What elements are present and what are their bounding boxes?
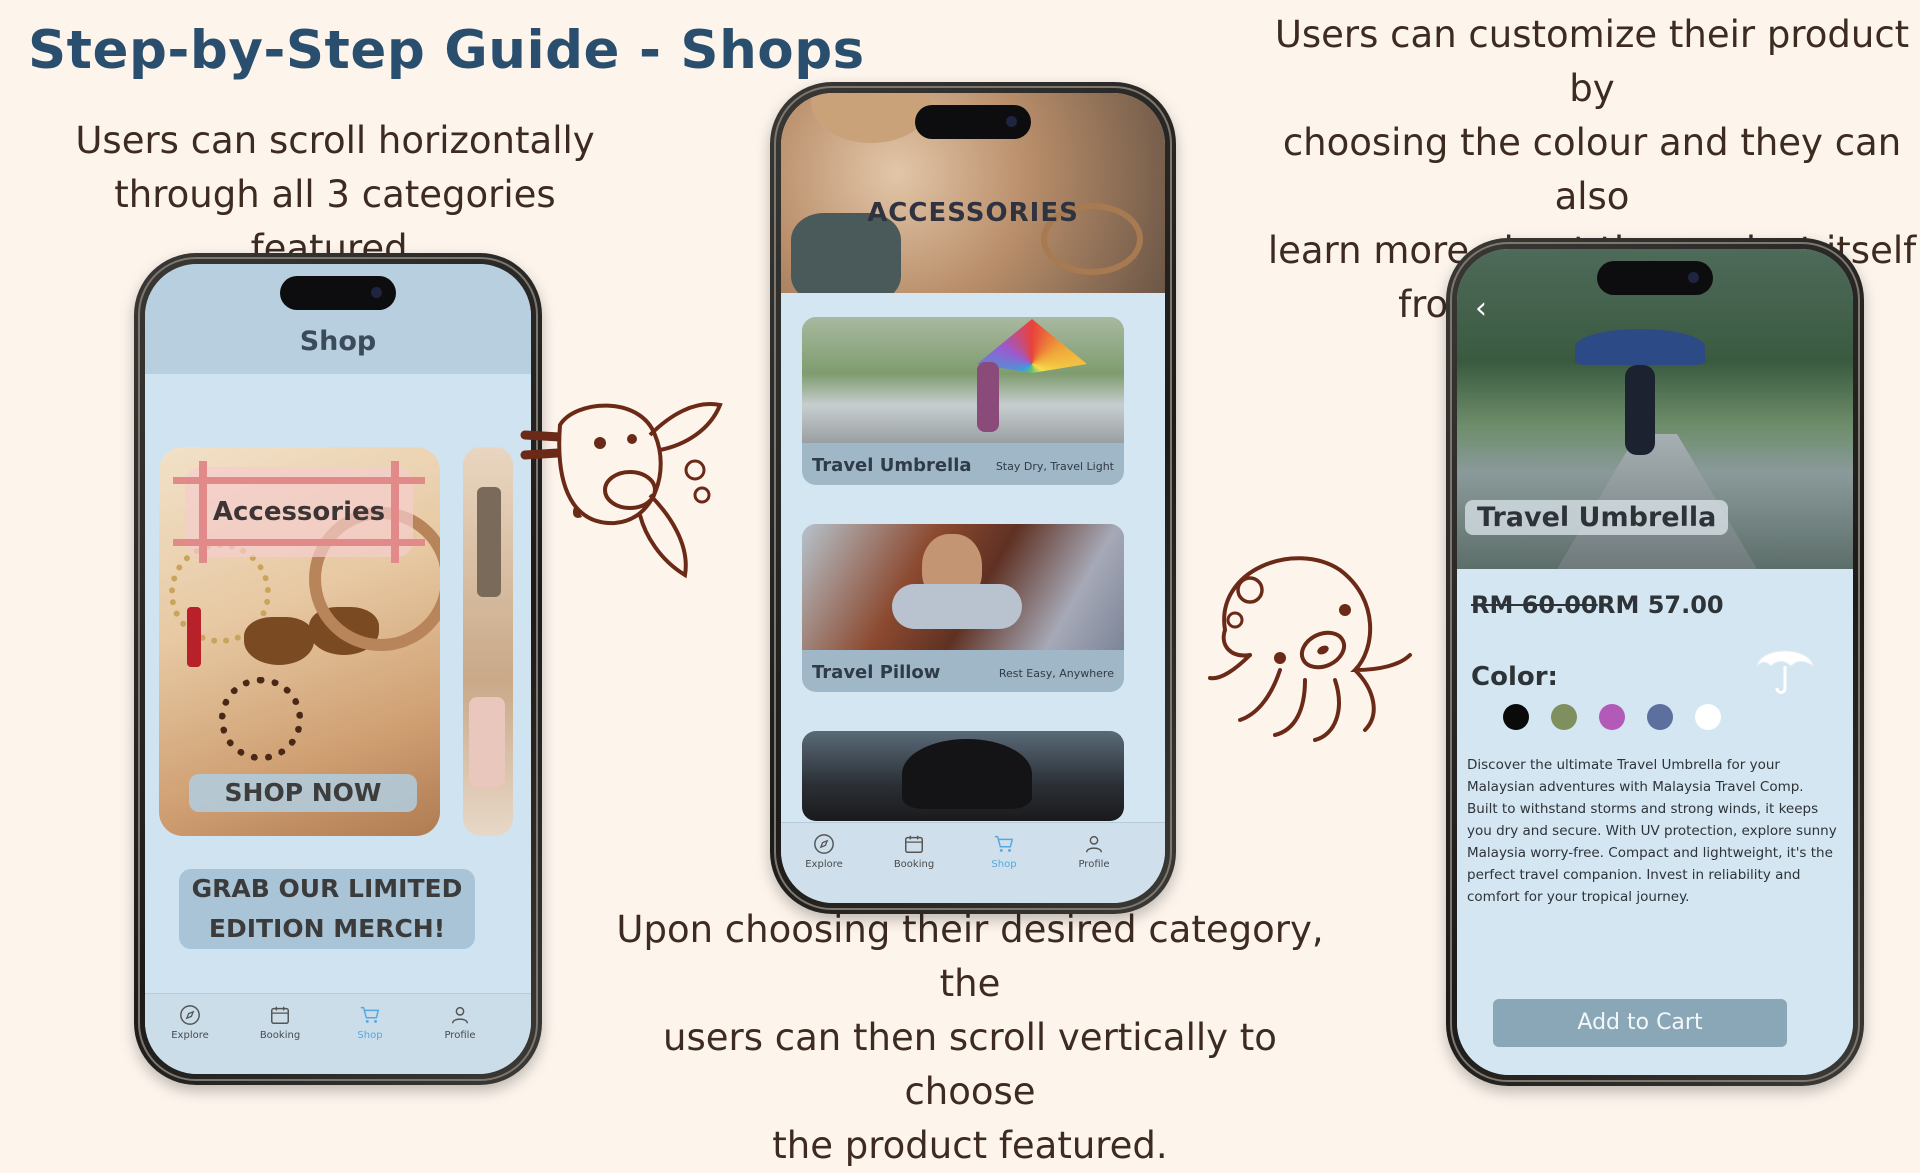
color-swatch[interactable] — [1695, 704, 1721, 730]
product-list: Travel Umbrella Stay Dry, Travel Light T… — [781, 293, 1165, 833]
dynamic-island — [915, 105, 1031, 139]
screen-accessories: ACCESSORIES Travel Umbrella Stay Dry, Tr… — [781, 93, 1165, 903]
tab-explore[interactable]: Explore — [155, 1004, 225, 1041]
category-card-next-peek[interactable] — [463, 447, 513, 836]
color-label: Color: — [1471, 662, 1558, 692]
bottom-tab-bar: Explore Booking Shop Profile — [781, 822, 1165, 903]
shop-now-button[interactable]: SHOP NOW — [189, 774, 417, 812]
tab-label: Booking — [893, 859, 935, 870]
tab-label: Booking — [259, 1030, 301, 1041]
screen-shop: Shop Accessories SHOP NOW GRAB OUR LIMIT… — [145, 264, 531, 1074]
bracelet-decoration — [219, 677, 303, 761]
phone-shop-screen: Shop Accessories SHOP NOW GRAB OUR LIMIT… — [134, 253, 542, 1085]
tab-profile[interactable]: Profile — [425, 1004, 495, 1041]
hat-decoration — [811, 93, 931, 143]
original-price: RM 60.00 — [1471, 591, 1598, 619]
caption-line: Upon choosing their desired category, th… — [616, 908, 1324, 1005]
sale-price: RM 57.00 — [1597, 591, 1724, 619]
tab-booking[interactable]: Booking — [879, 833, 949, 870]
compass-icon — [180, 1005, 200, 1025]
color-swatch[interactable] — [1647, 704, 1673, 730]
bottom-tab-bar: Explore Booking Shop Profile — [145, 993, 531, 1074]
tab-label: Profile — [444, 1030, 476, 1041]
merch-line: GRAB OUR LIMITED — [191, 874, 463, 903]
octopus-doodle-icon — [1208, 556, 1412, 742]
category-title: ACCESSORIES — [867, 198, 1079, 228]
person-decoration — [1625, 365, 1655, 455]
category-name: Accessories — [212, 497, 386, 527]
dynamic-island — [280, 276, 396, 310]
product-card-umbrella[interactable]: Travel Umbrella Stay Dry, Travel Light — [802, 317, 1124, 485]
compass-icon — [814, 834, 834, 854]
product-name: Travel Pillow — [812, 662, 941, 683]
tab-shop[interactable]: Shop — [969, 833, 1039, 870]
header-title: Shop — [299, 326, 377, 357]
sunglasses-decoration — [244, 617, 314, 665]
color-swatch[interactable] — [1599, 704, 1625, 730]
product-hero-image: ‹ Travel Umbrella — [1457, 249, 1853, 569]
tab-label: Shop — [991, 859, 1017, 870]
tab-label: Explore — [805, 859, 843, 870]
product-tagline: Rest Easy, Anywhere — [998, 667, 1114, 680]
product-description: Discover the ultimate Travel Umbrella fo… — [1467, 757, 1837, 905]
phone-category-screen: ACCESSORIES Travel Umbrella Stay Dry, Tr… — [770, 82, 1176, 914]
caption-vertical-scroll: Upon choosing their desired category, th… — [600, 903, 1340, 1173]
bottle-decoration — [477, 487, 501, 597]
category-label-box: Accessories — [173, 461, 425, 563]
cow-doodle-icon — [520, 402, 723, 579]
color-swatch[interactable] — [1551, 704, 1577, 730]
bottle-decoration — [469, 697, 505, 787]
cart-icon — [360, 1006, 380, 1023]
product-image — [802, 524, 1124, 650]
umbrella-icon — [1756, 650, 1814, 694]
limited-merch-banner[interactable]: GRAB OUR LIMITED EDITION MERCH! — [179, 869, 475, 949]
cart-icon — [994, 835, 1014, 852]
caption-line: Users can scroll horizontally — [75, 119, 595, 162]
product-tagline: Stay Dry, Travel Light — [995, 460, 1114, 473]
tab-label: Explore — [171, 1030, 209, 1041]
screen-product-detail: ‹ Travel Umbrella RM 60.00 RM 57.00 Colo… — [1457, 249, 1853, 1075]
tab-label: Shop — [357, 1030, 383, 1041]
phone-product-detail-screen: ‹ Travel Umbrella RM 60.00 RM 57.00 Colo… — [1446, 238, 1864, 1086]
category-card-accessories[interactable]: Accessories SHOP NOW — [159, 447, 440, 836]
caption-line: Users can customize their product by — [1274, 13, 1910, 110]
user-icon — [1085, 835, 1103, 853]
color-swatch[interactable] — [1503, 704, 1529, 730]
product-image — [802, 317, 1124, 443]
product-name: Travel Umbrella — [812, 455, 972, 476]
product-image — [802, 731, 1124, 821]
tab-profile[interactable]: Profile — [1059, 833, 1129, 870]
tab-label: Profile — [1078, 859, 1110, 870]
product-name: Travel Umbrella — [1465, 500, 1729, 535]
page-title: Step-by-Step Guide - Shops — [28, 20, 865, 81]
calendar-icon — [271, 1006, 289, 1024]
dynamic-island — [1597, 261, 1713, 295]
tab-booking[interactable]: Booking — [245, 1004, 315, 1041]
product-card-pillow[interactable]: Travel Pillow Rest Easy, Anywhere — [802, 524, 1124, 692]
merch-line: EDITION MERCH! — [208, 914, 446, 943]
product-detail-body: RM 60.00 RM 57.00 Color: Discover the ul… — [1457, 569, 1853, 1075]
caption-line: the product featured. — [772, 1124, 1168, 1167]
user-icon — [451, 1006, 469, 1024]
tab-shop[interactable]: Shop — [335, 1004, 405, 1041]
back-chevron-icon[interactable]: ‹ — [1475, 291, 1487, 326]
caption-horizontal-scroll: Users can scroll horizontally through al… — [30, 114, 640, 276]
calendar-icon — [905, 835, 923, 853]
caption-line: users can then scroll vertically to choo… — [663, 1016, 1277, 1113]
tab-explore[interactable]: Explore — [789, 833, 859, 870]
caption-line: choosing the colour and they can also — [1282, 121, 1902, 218]
product-card-cap[interactable] — [802, 731, 1124, 821]
lipstick-decoration — [187, 607, 201, 667]
umbrella-decoration — [1575, 329, 1705, 365]
add-to-cart-button[interactable]: Add to Cart — [1493, 999, 1787, 1047]
